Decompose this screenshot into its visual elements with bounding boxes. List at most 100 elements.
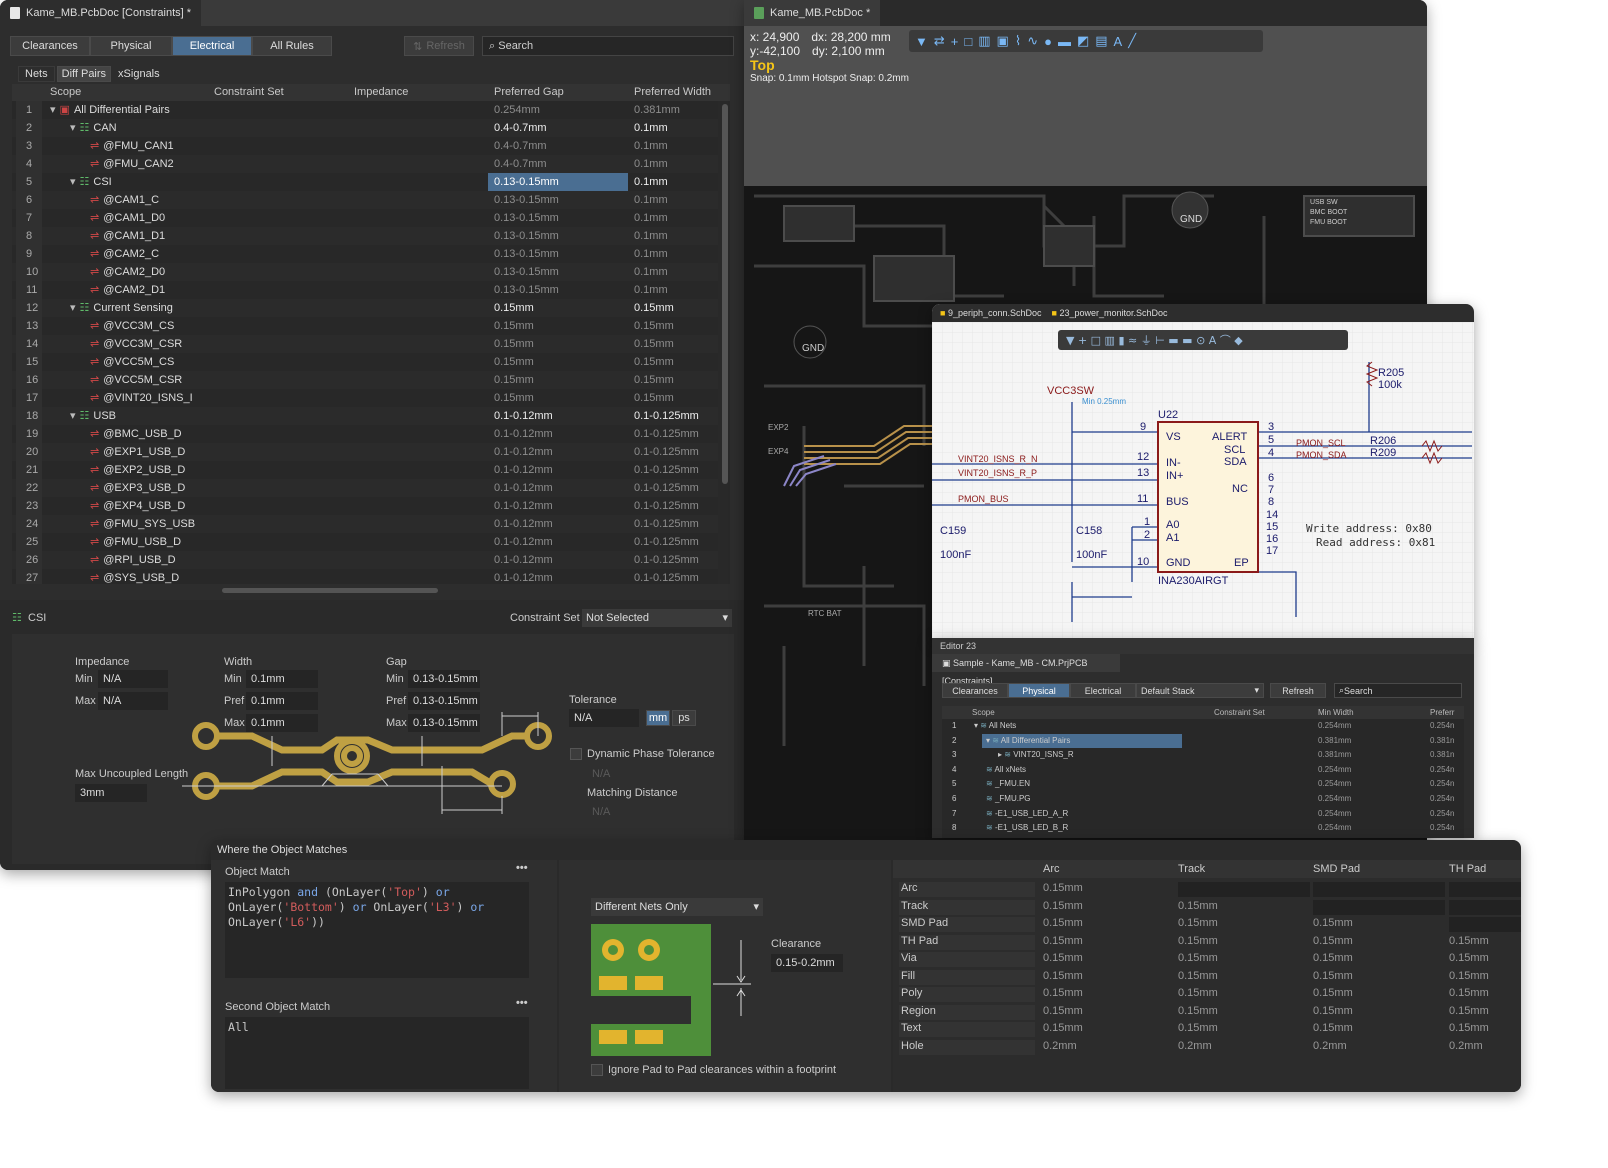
matrix-cell[interactable]: 0.15mm [1313,970,1445,985]
table-row[interactable]: 15 ⇌ @VCC5M_CS 0.15mm 0.15mm [12,353,718,371]
row-gap[interactable]: 0.4-0.7mm [488,137,628,155]
second-match-more-icon[interactable]: ••• [516,997,528,1009]
small-row-min-width[interactable]: 0.381mm [1318,734,1351,748]
row-gap[interactable]: 0.15mm [488,317,628,335]
row-gap[interactable]: 0.254mm [488,101,628,119]
object-match-more-icon[interactable]: ••• [516,862,528,874]
object-match-query[interactable]: InPolygon and (OnLayer('Top') or OnLayer… [225,882,529,978]
table-row[interactable]: 3 ⇌ @FMU_CAN1 0.4-0.7mm 0.1mm [12,137,718,155]
matrix-cell[interactable]: 0.15mm [1043,970,1175,985]
row-gap[interactable]: 0.1-0.12mm [488,515,628,533]
row-width[interactable]: 0.1mm [634,155,668,173]
row-width[interactable]: 0.1mm [634,263,668,281]
matrix-cell[interactable]: 0.15mm [1043,1022,1175,1037]
via-icon[interactable]: ● [1044,34,1052,49]
table-row[interactable]: 13 ⇌ @VCC3M_CS 0.15mm 0.15mm [12,317,718,335]
matrix-cell[interactable]: 0.15mm [1178,900,1310,915]
row-width[interactable]: 0.1-0.125mm [634,461,699,479]
small-col-constraint-set[interactable]: Constraint Set [1214,708,1265,717]
expand-arrow-icon[interactable]: ▾ [70,407,76,425]
impedance-max-input[interactable]: N/A [98,692,168,710]
table-row[interactable]: 10 ⇌ @CAM2_D0 0.13-0.15mm 0.1mm [12,263,718,281]
small-row-min-width[interactable]: 0.254mm [1318,821,1351,835]
small-row-min-width[interactable]: 0.254mm [1318,719,1351,733]
max-uncoupled-input[interactable]: 3mm [75,784,147,802]
small-doc-tab[interactable]: ▣ Sample - Kame_MB - CM.PrjPCB [Constrai… [932,654,1120,686]
search-input[interactable]: ⌕ Search [482,36,734,56]
row-width[interactable]: 0.1-0.125mm [634,425,699,443]
table-row[interactable]: 18 ▾ ☷ USB 0.1-0.12mm 0.1-0.125mm [12,407,718,425]
sch-tab-periph[interactable]: ■ 9_periph_conn.SchDoc [940,308,1042,318]
matrix-cell[interactable]: 0.15mm [1178,935,1310,950]
row-width[interactable]: 0.1mm [634,119,668,137]
matrix-cell[interactable]: 0.15mm [1043,900,1175,915]
col-preferred-gap[interactable]: Preferred Gap [494,86,564,98]
row-gap[interactable]: 0.4-0.7mm [488,119,628,137]
small-row-min-width[interactable]: 0.254mm [1318,777,1351,791]
matrix-cell[interactable]: 0.15mm [1313,1005,1445,1020]
table-row[interactable]: 25 ⇌ @FMU_USB_D 0.1-0.12mm 0.1-0.125mm [12,533,718,551]
matrix-cell[interactable]: 0.15mm [1043,1005,1175,1020]
row-gap[interactable]: 0.13-0.15mm [488,245,628,263]
table-row[interactable]: 21 ⇌ @EXP2_USB_D 0.1-0.12mm 0.1-0.125mm [12,461,718,479]
net-scope-select[interactable]: Different Nets Only ▾ [591,898,763,916]
matrix-cell[interactable]: 0.15mm [1449,1022,1521,1037]
table-row[interactable]: 16 ⇌ @VCC5M_CSR 0.15mm 0.15mm [12,371,718,389]
tab-all-rules[interactable]: All Rules [252,36,332,56]
row-width[interactable]: 0.1-0.125mm [634,479,699,497]
vertical-scrollbar[interactable] [722,104,728,484]
table-row[interactable]: 14 ⇌ @VCC3M_CSR 0.15mm 0.15mm [12,335,718,353]
table-row[interactable]: 27 ⇌ @SYS_USB_D 0.1-0.12mm 0.1-0.125mm [12,569,718,584]
table-row[interactable]: 17 ⇌ @VINT20_ISNS_I 0.15mm 0.15mm [12,389,718,407]
small-row-preferred[interactable]: 0.254n [1430,807,1454,821]
col-impedance[interactable]: Impedance [354,86,408,98]
matrix-cell[interactable]: 0.15mm [1313,1022,1445,1037]
row-gap[interactable]: 0.1-0.12mm [488,497,628,515]
small-row-min-width[interactable]: 0.381mm [1318,748,1351,762]
small-row-preferred[interactable]: 0.254n [1430,821,1454,835]
row-width[interactable]: 0.1-0.125mm [634,497,699,515]
table-row[interactable]: 23 ⇌ @EXP4_USB_D 0.1-0.12mm 0.1-0.125mm [12,497,718,515]
row-width[interactable]: 0.1-0.125mm [634,443,699,461]
matrix-cell[interactable]: 0.15mm [1043,935,1175,950]
expand-arrow-icon[interactable]: ▸ [998,750,1002,759]
interactive-route-icon[interactable]: ⌇ [1015,33,1021,49]
small-table-row[interactable]: 4 ≋ All xNets 0.254mm 0.254n [942,763,1464,777]
matrix-cell[interactable]: 0.15mm [1043,952,1175,967]
col-constraint-set[interactable]: Constraint Set [214,86,284,98]
unit-ps-button[interactable]: ps [672,710,696,726]
matrix-cell[interactable]: 0.15mm [1043,882,1175,897]
matrix-cell[interactable]: 0.15mm [1313,987,1445,1002]
small-table-row[interactable]: 2 ▾ ≋ All Differential Pairs 0.381mm 0.3… [942,733,1464,748]
row-width[interactable]: 0.1mm [634,245,668,263]
polygon-icon[interactable]: ◩ [1077,33,1089,49]
matrix-cell[interactable]: 0.2mm [1449,1040,1521,1055]
row-width[interactable]: 0.1-0.125mm [634,533,699,551]
route-icon[interactable]: ⇄ [934,33,945,49]
small-table-row[interactable]: 1 ▾ ≋ All Nets 0.254mm 0.254n [942,719,1464,733]
small-row-min-width[interactable]: 0.254mm [1318,792,1351,806]
col-scope[interactable]: Scope [50,86,81,98]
document-tab[interactable]: Kame_MB.PcbDoc [Constraints] * [0,0,202,26]
row-width[interactable]: 0.15mm [634,371,674,389]
row-width[interactable]: 0.1-0.125mm [634,407,699,425]
tab-electrical[interactable]: Electrical [172,36,252,56]
unit-mm-button[interactable]: mm [646,710,670,726]
row-width[interactable]: 0.1-0.125mm [634,515,699,533]
tab-clearances[interactable]: Clearances [10,36,90,56]
row-gap[interactable]: 0.1-0.12mm [488,569,628,584]
small-table-row[interactable]: 5 ≋ _FMU.EN 0.254mm 0.254n [942,777,1464,791]
small-row-preferred[interactable]: 0.254n [1430,719,1454,733]
filter-icon[interactable]: ▼ [915,34,928,49]
matrix-cell[interactable]: 0.15mm [1313,917,1445,932]
row-gap[interactable]: 0.1-0.12mm [488,407,628,425]
table-row[interactable]: 22 ⇌ @EXP3_USB_D 0.1-0.12mm 0.1-0.125mm [12,479,718,497]
small-table-row[interactable]: 7 ≋ -E1_USB_LED_A_R 0.254mm 0.254n [942,807,1464,821]
row-gap[interactable]: 0.15mm [488,371,628,389]
matrix-cell[interactable]: 0.15mm [1178,1022,1310,1037]
row-width[interactable]: 0.381mm [634,101,680,119]
dimension-icon[interactable]: ▤ [1095,33,1107,49]
small-tab-clearances[interactable]: Clearances [942,683,1008,698]
table-row[interactable]: 26 ⇌ @RPI_USB_D 0.1-0.12mm 0.1-0.125mm [12,551,718,569]
row-gap[interactable]: 0.1-0.12mm [488,443,628,461]
